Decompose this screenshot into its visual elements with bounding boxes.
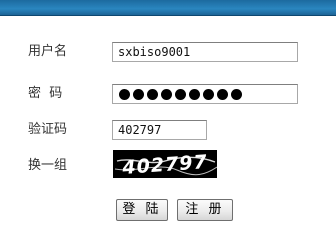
password-dot <box>133 88 144 100</box>
password-dot <box>119 88 130 100</box>
header-bar <box>0 0 336 16</box>
captcha-input[interactable]: 402797 <box>112 120 207 140</box>
password-dot <box>175 88 186 100</box>
refresh-captcha-link[interactable]: 换一组 <box>28 158 67 174</box>
password-dot <box>231 88 242 100</box>
register-button[interactable]: 注 册 <box>177 199 233 221</box>
captcha-input-value: 402797 <box>118 123 162 137</box>
password-dot <box>203 88 214 100</box>
password-dot <box>217 88 228 100</box>
captcha-graphic: 402797 <box>114 151 217 178</box>
password-label: 密 码 <box>28 86 63 101</box>
captcha-image[interactable]: 402797 <box>113 150 217 178</box>
password-input[interactable] <box>112 84 298 104</box>
password-mask <box>113 85 297 103</box>
username-value: sxbiso9001 <box>118 45 191 59</box>
captcha-label: 验证码 <box>28 122 68 137</box>
password-dot <box>189 88 200 100</box>
password-dot <box>147 88 158 100</box>
username-input[interactable]: sxbiso9001 <box>112 42 298 62</box>
username-label: 用户名 <box>28 44 68 59</box>
password-dot <box>161 88 172 100</box>
login-button[interactable]: 登 陆 <box>116 199 168 221</box>
captcha-text: 402797 <box>121 151 209 178</box>
